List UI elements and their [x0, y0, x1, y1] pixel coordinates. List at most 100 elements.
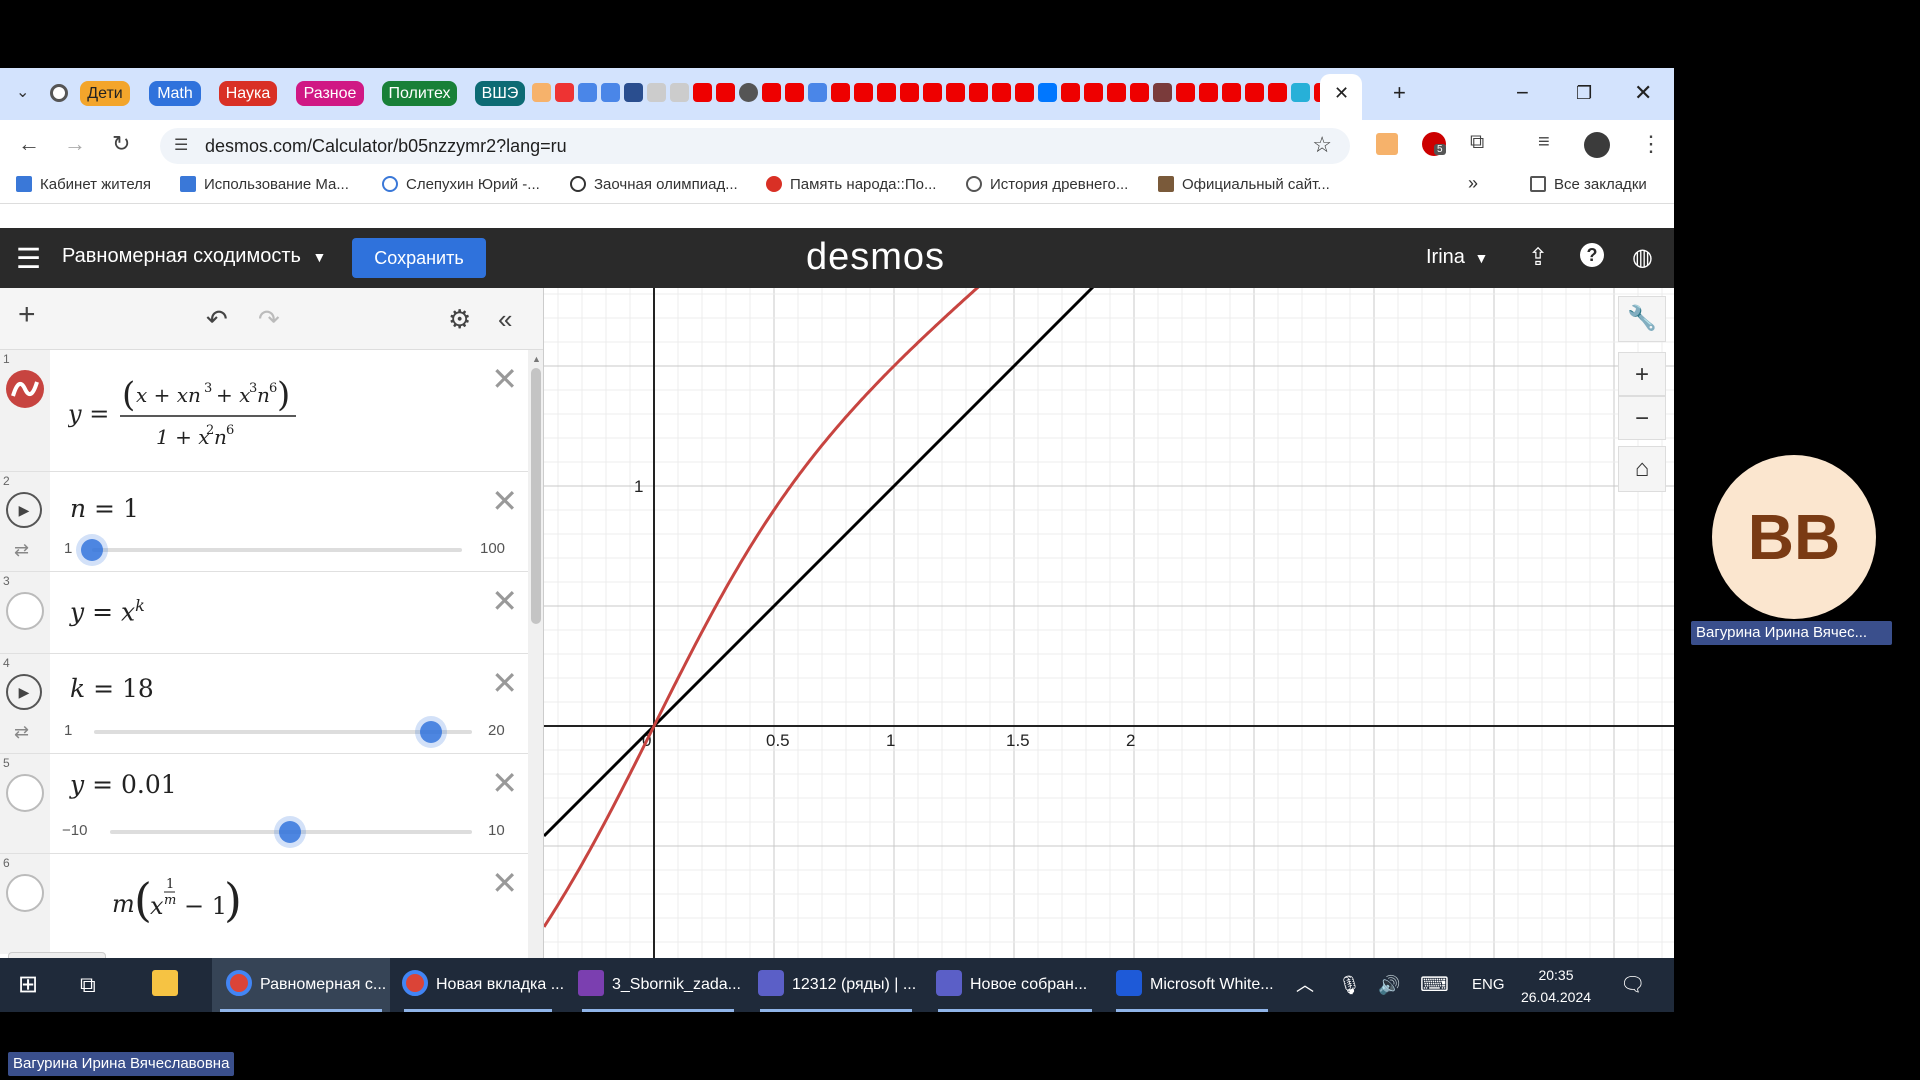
- tab-favicon-icon[interactable]: [877, 83, 896, 102]
- home-icon[interactable]: ⌂: [1618, 446, 1666, 492]
- add-expression-icon[interactable]: +: [18, 298, 36, 332]
- tab-group-math[interactable]: Math: [149, 81, 201, 106]
- slider-max[interactable]: 20: [488, 722, 505, 739]
- play-icon[interactable]: ▶: [6, 674, 42, 710]
- scrollbar-thumb[interactable]: [531, 368, 541, 624]
- tab-favicon-icon[interactable]: [900, 83, 919, 102]
- close-window-icon[interactable]: ✕: [1634, 80, 1652, 106]
- tab-favicon-icon[interactable]: [992, 83, 1011, 102]
- bookmark-item[interactable]: Заочная олимпиад...: [570, 176, 738, 193]
- tab-group-deti[interactable]: Дети: [80, 81, 130, 106]
- forward-icon[interactable]: →: [64, 131, 86, 157]
- settings-gear-icon[interactable]: ⚙: [448, 304, 471, 335]
- tab-favicon-icon[interactable]: [1222, 83, 1241, 102]
- tab-favicon-icon[interactable]: [1153, 83, 1172, 102]
- tab-favicon-icon[interactable]: [831, 83, 850, 102]
- all-bookmarks[interactable]: Все закладки: [1530, 176, 1647, 193]
- media-control-icon[interactable]: ≡: [1538, 131, 1550, 154]
- extension-shield-icon[interactable]: 5: [1422, 132, 1446, 156]
- undo-icon[interactable]: ↶: [206, 304, 228, 335]
- site-info-icon[interactable]: ☰: [174, 135, 188, 155]
- tab-favicon-icon[interactable]: [1199, 83, 1218, 102]
- tab-favicon-icon[interactable]: [969, 83, 988, 102]
- tab-favicon-icon[interactable]: [1084, 83, 1103, 102]
- profile-avatar[interactable]: [1584, 132, 1610, 158]
- bookmark-star-icon[interactable]: ☆: [1312, 132, 1332, 158]
- slider-min[interactable]: 1: [64, 540, 72, 557]
- tab-favicon-icon[interactable]: [854, 83, 873, 102]
- hidden-graph-circle-icon[interactable]: [6, 592, 44, 630]
- tab-group-raznoe[interactable]: Разное: [296, 81, 364, 106]
- formula-power[interactable]: y = xk: [70, 596, 145, 626]
- graph-title[interactable]: Равномерная сходимость ▼: [62, 245, 326, 268]
- taskbar-item[interactable]: Новая вкладка ...: [396, 958, 564, 1012]
- new-tab-icon[interactable]: +: [1393, 80, 1406, 106]
- extension-icon[interactable]: [1376, 133, 1398, 155]
- tab-favicon-icon[interactable]: [808, 83, 827, 102]
- delete-expression-icon[interactable]: ✕: [491, 360, 518, 398]
- tab-favicon-icon[interactable]: [1038, 83, 1057, 102]
- formula-fraction[interactable]: y = ( x + xn 3 + x 3 n 6 ) 1 + x 2 n 6: [68, 366, 308, 456]
- expression-row[interactable]: 1 y = ( x + xn 3 + x 3 n 6 ) 1 + x 2 n 6: [0, 350, 530, 472]
- play-icon[interactable]: ▶: [6, 492, 42, 528]
- file-explorer-icon[interactable]: [152, 958, 186, 1012]
- expression-row[interactable]: 3 y = xk ✕: [0, 572, 530, 654]
- taskbar-item[interactable]: 12312 (ряды) | ...: [752, 958, 920, 1012]
- scroll-up-icon[interactable]: ▲: [532, 354, 541, 364]
- task-view-icon[interactable]: ⧉: [80, 958, 96, 1012]
- active-tab[interactable]: ✕: [1320, 74, 1362, 120]
- taskbar-item[interactable]: Равномерная с...: [212, 958, 390, 1012]
- graph-svg[interactable]: 00.511.5212: [542, 68, 1674, 1012]
- tab-favicon-icon[interactable]: [532, 83, 551, 102]
- delete-expression-icon[interactable]: ✕: [491, 482, 518, 520]
- expression-scrollbar[interactable]: ▲ ▼: [528, 350, 543, 1012]
- tab-favicon-icon[interactable]: [624, 83, 643, 102]
- tab-favicon-icon[interactable]: [670, 83, 689, 102]
- restore-icon[interactable]: ❐: [1576, 83, 1592, 104]
- help-icon[interactable]: ?: [1580, 243, 1604, 267]
- bookmark-item[interactable]: История древнего...: [966, 176, 1128, 193]
- delete-expression-icon[interactable]: ✕: [491, 664, 518, 702]
- delete-expression-icon[interactable]: ✕: [491, 582, 518, 620]
- tab-favicon-icon[interactable]: [923, 83, 942, 102]
- tab-favicon-icon[interactable]: [555, 83, 574, 102]
- share-icon[interactable]: ⇪: [1528, 243, 1548, 272]
- tab-group-politeh[interactable]: Политех: [382, 81, 457, 106]
- slider-knob[interactable]: [279, 821, 301, 843]
- hidden-graph-circle-icon[interactable]: [6, 774, 44, 812]
- delete-expression-icon[interactable]: ✕: [491, 864, 518, 902]
- user-menu[interactable]: Irina ▼: [1426, 246, 1488, 269]
- taskbar-item[interactable]: Новое собран...: [930, 958, 1100, 1012]
- slider-min[interactable]: 1: [64, 722, 72, 739]
- loop-icon[interactable]: ⇄: [14, 722, 29, 743]
- reload-icon[interactable]: ↻: [112, 131, 130, 157]
- tab-group-hse[interactable]: ВШЭ: [475, 81, 525, 106]
- hamburger-menu-icon[interactable]: ☰: [16, 242, 41, 275]
- tab-favicon-icon[interactable]: [1176, 83, 1195, 102]
- bookmark-item[interactable]: Слепухин Юрий -...: [382, 176, 540, 193]
- tab-favicon-icon[interactable]: [1268, 83, 1287, 102]
- slider-min[interactable]: −10: [62, 822, 87, 839]
- tab-favicon-icon[interactable]: [578, 83, 597, 102]
- bookmark-item[interactable]: Официальный сайт...: [1158, 176, 1330, 193]
- clock[interactable]: 20:35 26.04.2024: [1516, 964, 1596, 1008]
- zoom-out-icon[interactable]: −: [1618, 396, 1666, 440]
- tab-favicon-icon[interactable]: [762, 83, 781, 102]
- taskbar-item[interactable]: 3_Sbornik_zada...: [574, 958, 742, 1012]
- bookmark-item[interactable]: Память народа::По...: [766, 176, 936, 193]
- title-dropdown-icon[interactable]: ▼: [312, 249, 326, 265]
- collapse-panel-icon[interactable]: «: [498, 304, 512, 335]
- tab-favicon-icon[interactable]: [716, 83, 735, 102]
- tab-favicon-icon[interactable]: [1061, 83, 1080, 102]
- bookmark-item[interactable]: Кабинет жителя: [16, 176, 151, 193]
- tab-favicon-icon[interactable]: [1291, 83, 1310, 102]
- tab-search-icon[interactable]: ⌄: [16, 82, 29, 102]
- slider-max[interactable]: 100: [480, 540, 505, 557]
- slider-track[interactable]: [92, 548, 462, 552]
- chrome-menu-icon[interactable]: ⋮: [1640, 131, 1662, 157]
- zoom-in-icon[interactable]: +: [1618, 352, 1666, 396]
- slider-expression[interactable]: k = 18: [70, 674, 154, 703]
- expression-row[interactable]: 2 ▶ ⇄ n = 1 1 100 ✕: [0, 472, 530, 572]
- url-text[interactable]: desmos.com/Calculator/b05nzzymr2?lang=ru: [205, 136, 567, 157]
- slider-knob[interactable]: [420, 721, 442, 743]
